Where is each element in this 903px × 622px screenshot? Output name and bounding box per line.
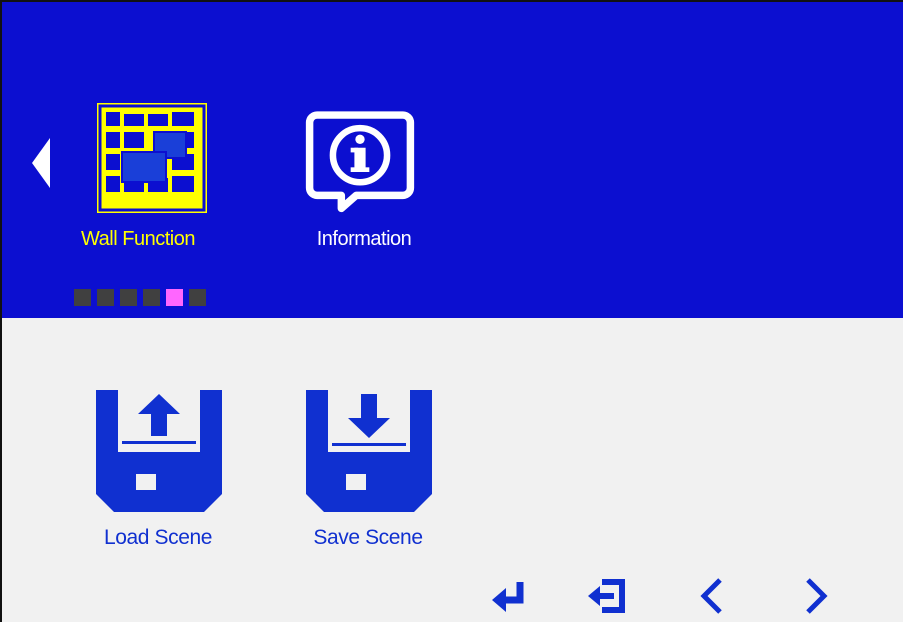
page-dot	[97, 289, 114, 306]
menu-item-label: Wall Function	[81, 228, 195, 250]
load-scene-icon	[96, 390, 222, 512]
page-dot	[143, 289, 160, 306]
menu-item-label: Information	[316, 228, 412, 250]
scroll-left-arrow-icon[interactable]	[32, 138, 52, 188]
save-scene-icon	[306, 390, 432, 512]
information-icon	[305, 111, 415, 213]
chevron-left-icon[interactable]	[692, 576, 736, 616]
menu-item-load-scene[interactable]: Load Scene	[68, 390, 228, 560]
menu-item-wall-function[interactable]: Wall Function	[68, 102, 208, 262]
chevron-right-icon[interactable]	[792, 576, 836, 616]
page-dot	[120, 289, 137, 306]
menu-item-label: Load Scene	[103, 526, 213, 549]
page-dot-active	[166, 289, 183, 306]
menu-item-label: Save Scene	[313, 526, 423, 549]
page-indicator	[74, 289, 206, 306]
enter-icon[interactable]	[490, 576, 534, 616]
exit-icon[interactable]	[586, 576, 630, 616]
page-dot	[74, 289, 91, 306]
top-menu-panel: Wall Function Information	[2, 2, 903, 318]
menu-item-information[interactable]: Information	[294, 102, 434, 262]
osd-screen: Wall Function Information Load Scene Sav…	[0, 0, 903, 622]
page-dot	[189, 289, 206, 306]
wall-function-icon	[97, 103, 207, 213]
menu-item-save-scene[interactable]: Save Scene	[278, 390, 438, 560]
